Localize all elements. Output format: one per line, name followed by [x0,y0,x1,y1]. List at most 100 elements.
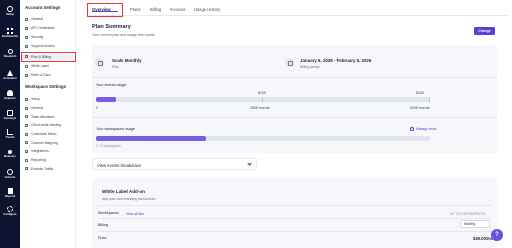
rail-item-trends[interactable]: Trends [0,127,20,149]
billing-period-dates: January 8, 2026 - February 8, 2026 [300,58,372,63]
sidebar-item-label: Support Access [31,44,55,49]
plug-icon [25,149,28,153]
workspaces-row-label: Workspaces [98,211,119,215]
sidebar-item-exclude-traffic[interactable]: Exclude Traffic [22,166,73,173]
rail-item-beacons[interactable]: Beacons [0,147,20,169]
sidebar-item-api-credentials[interactable]: API Credentials [22,25,73,32]
workspaces-usage-label: Your workspaces usage [96,127,136,131]
billing-row-label: Billing [98,223,109,227]
sidebar-item-label: White Label [31,64,49,69]
scale-label-250k: 250K events [250,106,270,110]
plan-caption: Plan [112,65,119,69]
app-icon-rail: Setup Dashboards Research Activation Exp… [0,0,20,248]
rail-item-activation[interactable]: Activation [0,68,20,90]
sidebar-item-security[interactable]: Security [22,34,73,41]
account-settings-heading: Account Settings [25,5,61,10]
change-plan-button[interactable]: Change [474,27,495,35]
users-icon [25,115,28,119]
sidebar-item-general[interactable]: General [22,16,73,23]
divider [98,218,492,219]
sidebar-item-label: Team Members [31,114,55,119]
price-row-label: Price [98,236,107,240]
rail-label: Configure [3,212,17,216]
divider [98,231,492,232]
shield-icon [25,35,28,39]
rail-label: Dashboards [1,34,19,38]
sidebar-item-white-label[interactable]: White Label [22,63,73,70]
sidebar-item-client-white-labeling[interactable]: Client white labeling [22,122,73,129]
sidebar-item-integrations[interactable]: Integrations [22,148,73,155]
sidebar-item-support-access[interactable]: Support Access [22,43,73,50]
sidebar-item-label: Client white labeling [31,123,62,128]
sidebar-item-setup[interactable]: Setup [22,96,73,103]
sidebar-item-label: General [31,106,44,111]
rail-label: Research [3,54,17,58]
workspaces-count: 1 / 3 workspaces [96,144,121,148]
sidebar-item-label: Customize Menu [31,132,57,137]
tick-mark [262,96,263,103]
filter-icon [25,167,28,171]
rail-label: Activation [3,76,17,80]
calendar-icon [285,58,294,67]
key-icon [25,26,28,30]
tab-invoices[interactable]: Invoices [170,7,185,12]
rail-label: Setup [6,12,14,16]
sidebar-item-reporting[interactable]: Reporting [22,157,73,164]
sidebar-item-label: Security [31,35,44,40]
events-usage-label: Your events usage [96,83,127,87]
scale-label-500k: 500K events [410,106,430,110]
workspace-settings-heading: Workspace Settings [25,84,66,89]
rail-label: Beacons [4,154,16,158]
sidebar-item-ws-general[interactable]: General [22,105,73,112]
workspaces-usage-bar [96,136,430,141]
sidebar-item-label: Integrations [31,149,49,154]
tag-icon [25,64,28,68]
rail-item-configure[interactable]: Configure [0,204,20,226]
tab-bar: Overview Plans Billing Invoices Usage Hi… [88,4,508,16]
tab-billing[interactable]: Billing [150,7,161,12]
billing-period-caption: Billing period [300,65,320,69]
gift-icon [25,73,28,77]
settings-sidebar: Account Settings General API Credentials… [20,0,76,248]
divider [92,77,497,78]
rail-label: Cohorts [4,175,16,179]
events-breakdown-toggle[interactable]: View events breakdown [92,158,257,170]
sidebar-item-refer-earn[interactable]: Refer & Earn [22,72,73,79]
page-subtitle: Your current plan and usage this month. [92,33,156,37]
addon-subtitle: Add your own branding and domain [102,197,156,201]
rail-label: Trends [5,135,15,139]
sidebar-item-customize-menu[interactable]: Customize Menu [22,131,73,138]
rail-item-explorer[interactable]: Explorer [0,88,20,110]
help-icon[interactable]: ? [491,229,503,241]
tab-usage-history[interactable]: Usage History [194,7,220,12]
view-all-lists-link[interactable]: View all lists [126,212,144,216]
chevron-down-icon [247,161,252,166]
sidebar-item-team-members[interactable]: Team Members [22,114,73,121]
report-icon [25,158,28,162]
events-usage-bar [96,97,430,102]
rail-item-setup[interactable]: Setup [0,4,20,26]
general-icon [25,106,28,110]
white-label-addon-card: White Label Add-on Add your own branding… [92,178,497,248]
setup-icon [25,97,28,101]
general-icon [25,17,28,21]
overview-tab-highlight [87,3,123,17]
manage-limits-link[interactable]: Manage limits [416,127,436,131]
plan-summary-card: Scale Monthly Plan January 8, 2026 - Feb… [92,45,497,153]
plan-name: Scale Monthly [112,58,142,63]
billing-cycle-select[interactable]: Monthly [460,220,490,228]
sidebar-item-channel-mapping[interactable]: Channel Mapping [22,140,73,147]
tab-plans[interactable]: Plans [130,7,140,12]
rail-item-research[interactable]: Research [0,47,20,69]
events-usage-fill [96,97,117,102]
sidebar-item-label: Reporting [31,158,46,163]
price-mark-199: $199 [258,91,266,95]
rail-item-dashboards[interactable]: Dashboards [0,26,20,48]
sidebar-item-label: Channel Mapping [31,140,58,145]
mapping-icon [25,141,28,145]
divider [98,205,492,206]
scale-label-0: 0 [96,106,98,110]
rail-label: Reports [4,194,16,198]
tick-mark [429,96,430,103]
price-mark-249: $249 [416,91,424,95]
